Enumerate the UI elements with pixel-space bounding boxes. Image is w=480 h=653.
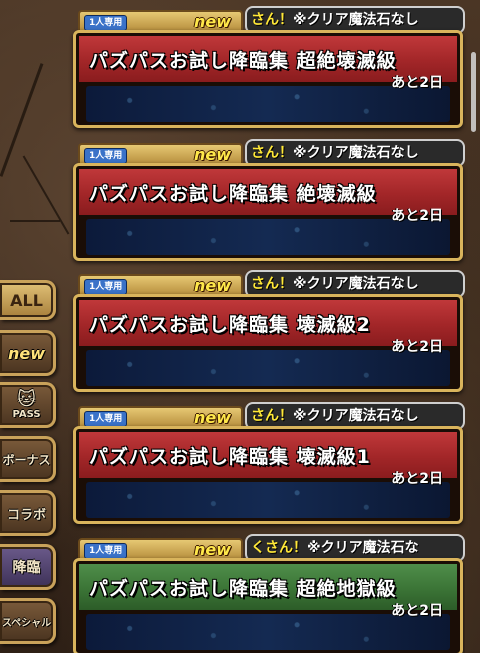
ticker-text: ※クリア魔法石な bbox=[307, 540, 419, 556]
tab-descend[interactable]: 降臨 bbox=[0, 544, 56, 590]
solo-only-badge: 1人専用 bbox=[84, 411, 128, 427]
dungeon-card[interactable]: 1人専用 new さん！※クリア魔法石なし パズパスお試し降臨集 壊滅級1 あと… bbox=[73, 402, 465, 530]
ticker-highlight: さん！ bbox=[251, 145, 293, 161]
new-badge: new bbox=[193, 145, 231, 164]
tab-special[interactable]: スペシャル bbox=[0, 598, 56, 644]
tab-pass[interactable]: 🐱 PASS bbox=[0, 382, 56, 428]
tab-bonus-label: ボーナス bbox=[2, 452, 51, 467]
ticker-highlight: さん！ bbox=[251, 12, 293, 28]
dungeon-card[interactable]: 1人専用 new くさん！※クリア魔法石な パズパスお試し降臨集 超絶地獄級 あ… bbox=[73, 534, 465, 653]
dungeon-card[interactable]: 1人専用 new さん！※クリア魔法石なし パズパスお試し降臨集 超絶壊滅級 あ… bbox=[73, 6, 465, 134]
ticker-text: ※クリア魔法石なし bbox=[293, 276, 419, 292]
ticker-text: ※クリア魔法石なし bbox=[293, 12, 419, 28]
solo-only-badge: 1人専用 bbox=[84, 15, 128, 31]
card-header: 1人専用 new bbox=[78, 274, 243, 296]
ticker-highlight: くさん！ bbox=[251, 540, 307, 556]
tab-new-label: new bbox=[7, 343, 46, 363]
remaining-time: あと2日 bbox=[391, 339, 443, 355]
remaining-time: あと2日 bbox=[391, 208, 443, 224]
new-badge: new bbox=[193, 408, 231, 427]
new-badge: new bbox=[193, 540, 231, 559]
tab-collab-label: コラボ bbox=[6, 507, 46, 523]
crack-decoration bbox=[10, 220, 60, 222]
solo-only-badge: 1人専用 bbox=[84, 148, 128, 164]
tab-new[interactable]: new bbox=[0, 330, 56, 376]
card-header: 1人専用 new bbox=[78, 538, 243, 560]
tab-bonus[interactable]: ボーナス bbox=[0, 436, 56, 482]
tab-descend-label: 降臨 bbox=[12, 560, 41, 576]
dungeon-card[interactable]: 1人専用 new さん！※クリア魔法石なし パズパスお試し降臨集 絶壊滅級 あと… bbox=[73, 139, 465, 267]
card-header: 1人専用 new bbox=[78, 143, 243, 165]
solo-only-badge: 1人専用 bbox=[84, 543, 128, 559]
new-badge: new bbox=[193, 12, 231, 31]
solo-only-badge: 1人専用 bbox=[84, 279, 128, 295]
tab-pass-label: PASS bbox=[12, 408, 41, 420]
remaining-time: あと2日 bbox=[391, 471, 443, 487]
dungeon-title: パズパスお試し降臨集 絶壊滅級 bbox=[89, 182, 377, 205]
tab-all[interactable]: ALL bbox=[0, 280, 56, 320]
remaining-time: あと2日 bbox=[391, 603, 443, 619]
dungeon-card[interactable]: 1人専用 new さん！※クリア魔法石なし パズパスお試し降臨集 壊滅級2 あと… bbox=[73, 270, 465, 398]
ticker-text: ※クリア魔法石なし bbox=[293, 145, 419, 161]
tab-all-label: ALL bbox=[10, 290, 43, 310]
remaining-time: あと2日 bbox=[391, 75, 443, 91]
ticker-highlight: さん！ bbox=[251, 408, 293, 424]
tab-collab[interactable]: コラボ bbox=[0, 490, 56, 536]
dungeon-title: パズパスお試し降臨集 超絶地獄級 bbox=[89, 577, 397, 600]
ticker-text: ※クリア魔法石なし bbox=[293, 408, 419, 424]
tab-special-label: スペシャル bbox=[1, 617, 52, 629]
card-header: 1人専用 new bbox=[78, 10, 243, 32]
dungeon-title: パズパスお試し降臨集 壊滅級2 bbox=[89, 313, 371, 336]
card-header: 1人専用 new bbox=[78, 406, 243, 428]
dungeon-title: パズパスお試し降臨集 超絶壊滅級 bbox=[89, 49, 397, 72]
pass-cat-icon: 🐱 bbox=[17, 388, 36, 410]
new-badge: new bbox=[193, 276, 231, 295]
dungeon-title: パズパスお試し降臨集 壊滅級1 bbox=[89, 445, 371, 468]
ticker-highlight: さん！ bbox=[251, 276, 293, 292]
scrollbar[interactable] bbox=[471, 52, 476, 132]
